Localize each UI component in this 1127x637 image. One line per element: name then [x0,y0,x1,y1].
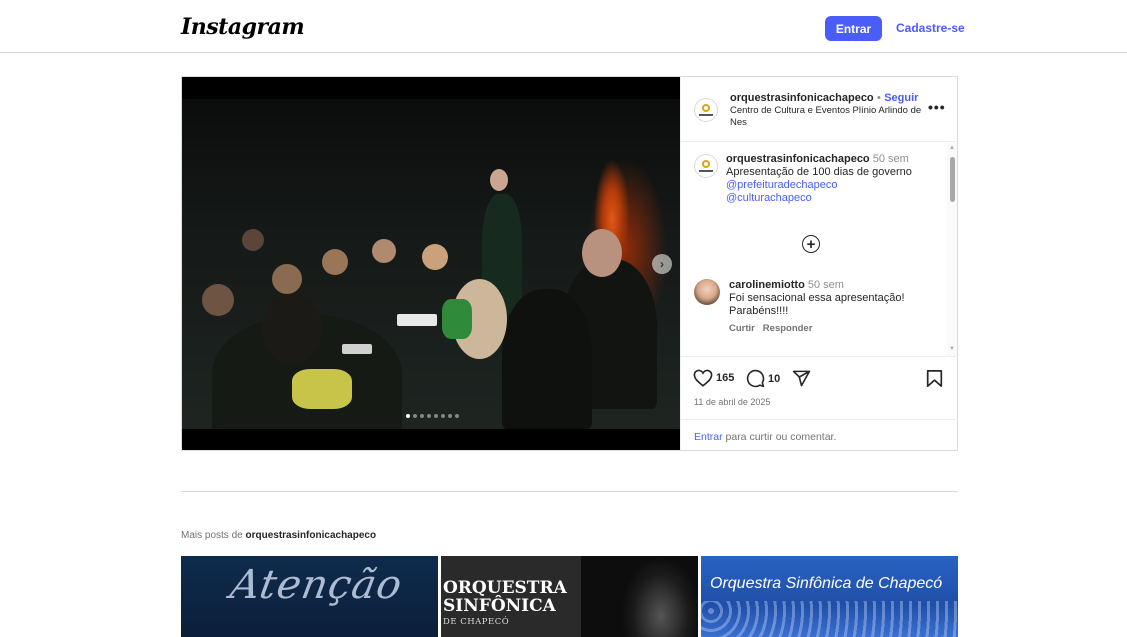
post-header: orquestrasinfonicachapeco • Seguir Centr… [681,77,958,142]
signup-link[interactable]: Cadastre-se [896,21,965,35]
comments-count[interactable]: 10 [768,373,780,385]
comment-like-button[interactable]: Curtir [729,323,755,334]
more-icon[interactable]: ••• [928,99,946,115]
section-divider [181,491,958,492]
post-thumbnail[interactable]: Orquestra Sinfônica de Chapecó [701,556,958,637]
scroll-down-arrow[interactable]: ▼ [949,346,955,352]
comment-reply-button[interactable]: Responder [763,323,813,334]
post-location[interactable]: Centro de Cultura e Eventos Plínio Arlin… [730,105,925,129]
more-posts-author[interactable]: orquestrasinfonicachapeco [245,530,376,541]
carousel-indicator [406,414,459,418]
carousel-dot [455,414,459,418]
bookmark-icon[interactable] [926,369,943,388]
thumbnail-text: SINFÔNICA [443,596,556,616]
carousel-next-button[interactable]: › [652,254,672,274]
caption: orquestrasinfonicachapeco 50 sem Apresen… [726,153,941,205]
chevron-right-icon: › [660,257,664,271]
more-posts-grid: Atenção ORQUESTRA SINFÔNICA DE CHAPECÓ O… [181,556,958,637]
mention-link[interactable]: @prefeituradechapeco [726,179,941,192]
top-navbar: Instagram Entrar Cadastre-se [0,0,1127,53]
carousel-dot [441,414,445,418]
plus-circle-icon[interactable]: + [802,235,820,253]
login-button[interactable]: Entrar [825,16,882,41]
share-icon[interactable] [792,369,811,388]
thumbnail-text: DE CHAPECÓ [443,617,510,627]
scroll-up-arrow[interactable]: ▲ [949,145,955,151]
comment-text: Foi sensacional essa apresentação! Parab… [729,292,905,317]
post-photo[interactable] [182,99,680,429]
mention-link[interactable]: @culturachapeco [726,192,941,205]
post-sidebar: orquestrasinfonicachapeco • Seguir Centr… [680,77,958,450]
carousel-dot [448,414,452,418]
post-media[interactable]: › [182,77,680,450]
post-actions: 165 10 11 de abril de 2025 [681,358,958,418]
thumbnail-text: Orquestra Sinfônica de Chapecó [710,575,943,592]
post-date[interactable]: 11 de abril de 2025 [694,397,770,407]
login-link[interactable]: Entrar [694,431,723,443]
instagram-logo[interactable]: Instagram [181,14,305,40]
heart-icon[interactable] [693,369,713,387]
post-thumbnail[interactable]: Atenção [181,556,438,637]
caption-author-name[interactable]: orquestrasinfonicachapeco [726,153,870,165]
post-author-block: orquestrasinfonicachapeco • Seguir Centr… [730,90,925,129]
carousel-dot [434,414,438,418]
likes-count[interactable]: 165 [716,372,734,384]
thumbnail-text: Atenção [226,562,407,608]
comment: carolinemiotto 50 sem Foi sensacional es… [729,279,934,335]
more-posts-prefix: Mais posts de [181,530,246,541]
thumbnail-text: ORQUESTRA [443,578,567,598]
post-thumbnail[interactable]: ORQUESTRA SINFÔNICA DE CHAPECÓ [441,556,698,637]
comments-panel[interactable]: orquestrasinfonicachapeco 50 sem Apresen… [681,143,958,357]
carousel-dot [427,414,431,418]
carousel-dot [420,414,424,418]
comment-time: 50 sem [807,279,844,291]
post-card: › orquestrasinfonicachapeco • Seguir Cen… [181,76,958,451]
caption-text: Apresentação de 100 dias de governo [726,166,912,178]
scroll-thumb[interactable] [950,157,955,202]
comment-author-name[interactable]: carolinemiotto [729,279,805,291]
caption-time: 50 sem [872,153,909,165]
carousel-dot [406,414,410,418]
comment-icon[interactable] [746,369,765,388]
login-prompt: Entrar para curtir ou comentar. [681,419,958,450]
more-posts-heading: Mais posts de orquestrasinfonicachapeco [181,530,376,541]
carousel-dot [413,414,417,418]
caption-author-avatar[interactable] [694,154,718,178]
separator-dot: • [877,92,881,104]
follow-button[interactable]: Seguir [884,92,918,104]
author-avatar[interactable] [694,98,718,122]
login-prompt-text: para curtir ou comentar. [722,431,837,443]
commenter-avatar[interactable] [694,279,720,305]
post-author-name[interactable]: orquestrasinfonicachapeco [730,92,874,104]
